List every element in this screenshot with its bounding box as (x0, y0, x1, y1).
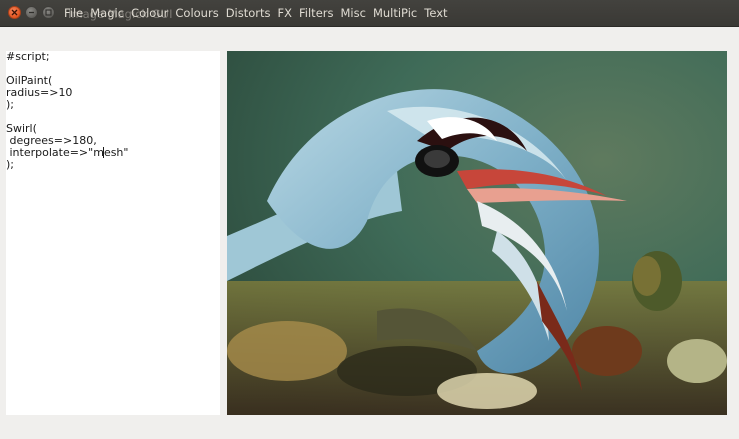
script-line (6, 111, 220, 123)
script-editor[interactable]: #script; OilPaint(radius=>10); Swirl( de… (6, 51, 220, 415)
text-caret (103, 147, 105, 158)
minimize-icon (29, 11, 34, 14)
script-line: #script; (6, 51, 50, 63)
menu-filters[interactable]: Filters (299, 6, 333, 20)
swirled-hummingbird-image (227, 51, 727, 415)
menu-distorts[interactable]: Distorts (226, 6, 271, 20)
menu-colours[interactable]: Colours (175, 6, 218, 20)
menu-fx[interactable]: FX (278, 6, 293, 20)
menu-misc[interactable]: Misc (341, 6, 366, 20)
maximize-window-button[interactable] (42, 6, 55, 19)
menu-file[interactable]: File (64, 6, 83, 20)
script-text[interactable]: #script; OilPaint(radius=>10); Swirl( de… (6, 51, 220, 171)
menu-text[interactable]: Text (424, 6, 447, 20)
menu-bar: File Magic Colour Colours Distorts FX Filters M… (64, 0, 455, 26)
script-line: ); (6, 158, 14, 171)
script-line: interpolate=>"mesh" (6, 146, 129, 159)
maximize-icon (45, 9, 52, 16)
menu-multipic[interactable]: MultiPic (373, 6, 417, 20)
minimize-window-button[interactable] (25, 6, 38, 19)
close-window-button[interactable] (8, 6, 21, 19)
menu-colour[interactable]: Colour (131, 6, 168, 20)
script-line: radius=>10 (6, 86, 73, 99)
close-icon (11, 9, 18, 16)
menu-magic[interactable]: Magic (90, 6, 124, 20)
script-line: ); (6, 98, 14, 111)
image-preview (227, 51, 727, 415)
title-bar: Image Magick GUI File Magic Colour Colours D… (0, 0, 739, 27)
